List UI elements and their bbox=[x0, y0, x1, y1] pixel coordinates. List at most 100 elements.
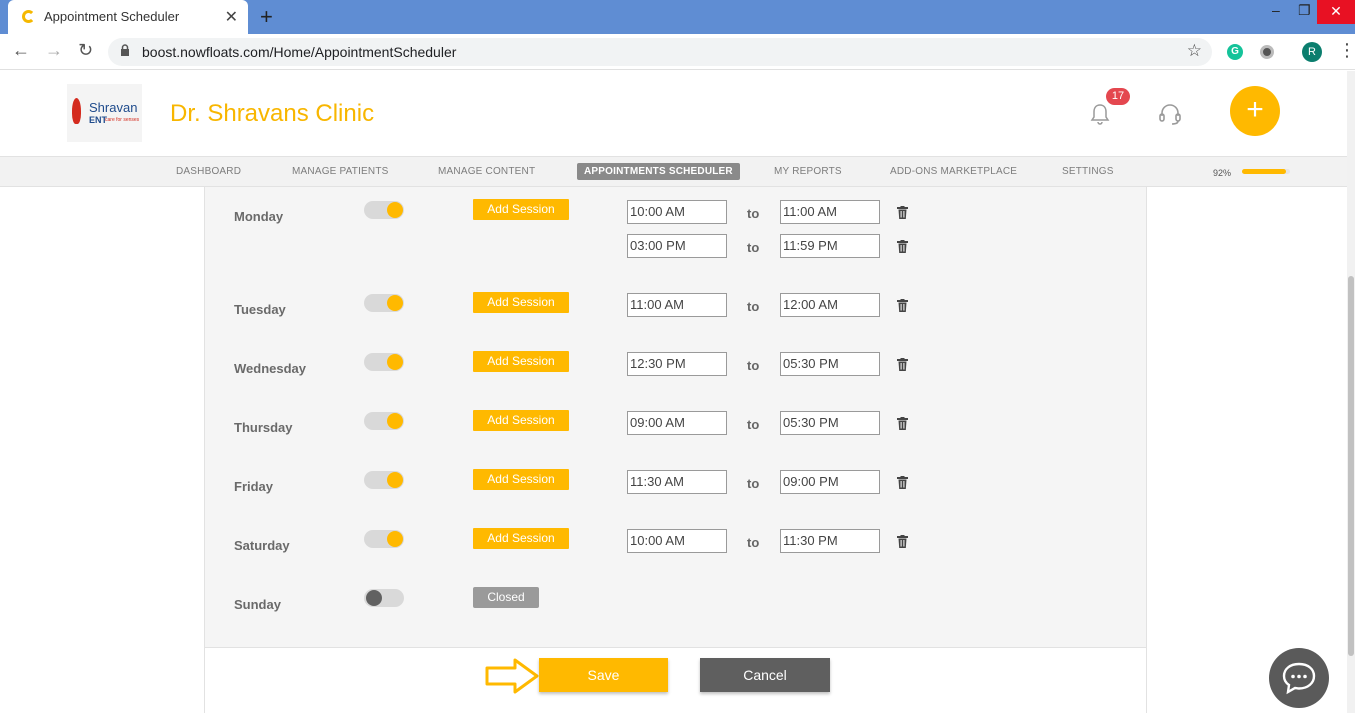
closed-badge-sunday: Closed bbox=[473, 587, 539, 608]
day-label-monday: Monday bbox=[234, 209, 284, 224]
end-time-input[interactable]: 11:59 PM bbox=[780, 234, 880, 258]
headset-icon[interactable] bbox=[1158, 102, 1182, 126]
add-session-button-friday[interactable]: Add Session bbox=[473, 469, 569, 490]
toggle-sunday[interactable] bbox=[364, 589, 404, 607]
start-time-input[interactable]: 09:00 AM bbox=[627, 411, 727, 435]
start-time-input[interactable]: 10:00 AM bbox=[627, 529, 727, 553]
trash-icon[interactable] bbox=[897, 299, 908, 312]
day-label-wednesday: Wednesday bbox=[234, 361, 307, 376]
trash-icon[interactable] bbox=[897, 417, 908, 430]
start-time-input[interactable]: 10:00 AM bbox=[627, 200, 727, 224]
reload-icon[interactable]: ↻ bbox=[78, 40, 93, 61]
main-nav: DASHBOARD MANAGE PATIENTS MANAGE CONTENT… bbox=[0, 156, 1355, 187]
add-session-button-thursday[interactable]: Add Session bbox=[473, 410, 569, 431]
to-label: to bbox=[747, 417, 760, 432]
nav-dashboard[interactable]: DASHBOARD bbox=[176, 166, 241, 177]
restore-icon[interactable]: ❐ bbox=[1298, 2, 1311, 19]
end-time-input[interactable]: 09:00 PM bbox=[780, 470, 880, 494]
nav-my-reports[interactable]: MY REPORTS bbox=[774, 166, 842, 177]
trash-icon[interactable] bbox=[897, 358, 908, 371]
logo-tagline: care for senses bbox=[105, 117, 140, 123]
new-tab-icon[interactable]: + bbox=[260, 4, 273, 30]
profile-completion-label: 92% bbox=[1213, 168, 1232, 178]
browser-toolbar: ← → ↻ boost.nowfloats.com/Home/Appointme… bbox=[0, 34, 1355, 70]
lock-icon bbox=[121, 44, 129, 56]
toggle-knob bbox=[387, 354, 403, 370]
toggle-monday[interactable] bbox=[364, 201, 404, 219]
nav-manage-patients[interactable]: MANAGE PATIENTS bbox=[292, 166, 389, 177]
toggle-thursday[interactable] bbox=[364, 412, 404, 430]
minimize-icon[interactable]: – bbox=[1272, 2, 1280, 18]
logo-name: Shravan bbox=[89, 100, 138, 115]
add-fab-button[interactable]: + bbox=[1230, 86, 1280, 136]
end-time-input[interactable]: 11:00 AM bbox=[780, 200, 880, 224]
chat-widget-button[interactable] bbox=[1269, 648, 1329, 708]
toggle-saturday[interactable] bbox=[364, 530, 404, 548]
start-time-input[interactable]: 11:30 AM bbox=[627, 470, 727, 494]
toggle-knob bbox=[387, 202, 403, 218]
toggle-knob bbox=[366, 590, 382, 606]
trash-icon[interactable] bbox=[897, 535, 908, 548]
to-label: to bbox=[747, 299, 760, 314]
day-label-sunday: Sunday bbox=[234, 597, 281, 612]
site-header: Shravan ENT care for senses Dr. Shravans… bbox=[0, 71, 1355, 156]
add-session-button-saturday[interactable]: Add Session bbox=[473, 528, 569, 549]
save-button[interactable]: Save bbox=[539, 658, 668, 692]
add-session-button-tuesday[interactable]: Add Session bbox=[473, 292, 569, 313]
toggle-tuesday[interactable] bbox=[364, 294, 404, 312]
toggle-knob bbox=[387, 472, 403, 488]
browser-tabstrip: Appointment Scheduler ✕ + – ❐ ✕ bbox=[0, 0, 1355, 34]
notification-badge: 17 bbox=[1106, 88, 1130, 105]
day-label-thursday: Thursday bbox=[234, 420, 293, 435]
chat-bubble-icon bbox=[1282, 662, 1316, 695]
url-text: boost.nowfloats.com/Home/AppointmentSche… bbox=[142, 44, 457, 60]
toggle-knob bbox=[387, 295, 403, 311]
profile-completion-bar bbox=[1242, 169, 1290, 174]
browser-tab[interactable]: Appointment Scheduler ✕ bbox=[8, 0, 248, 34]
ear-logo-icon bbox=[72, 98, 81, 124]
toggle-friday[interactable] bbox=[364, 471, 404, 489]
browser-menu-icon[interactable]: ⋮ bbox=[1338, 40, 1355, 61]
window-close-icon[interactable]: ✕ bbox=[1317, 0, 1355, 24]
end-time-input[interactable]: 11:30 PM bbox=[780, 529, 880, 553]
nowfloats-favicon-icon bbox=[22, 10, 35, 23]
start-time-input[interactable]: 03:00 PM bbox=[627, 234, 727, 258]
start-time-input[interactable]: 12:30 PM bbox=[627, 352, 727, 376]
nav-addons-marketplace[interactable]: ADD-ONS MARKETPLACE bbox=[890, 166, 1017, 177]
back-icon[interactable]: ← bbox=[12, 40, 30, 61]
cancel-button[interactable]: Cancel bbox=[700, 658, 830, 692]
toggle-knob bbox=[387, 531, 403, 547]
start-time-input[interactable]: 11:00 AM bbox=[627, 293, 727, 317]
add-session-button-monday[interactable]: Add Session bbox=[473, 199, 569, 220]
to-label: to bbox=[747, 206, 760, 221]
to-label: to bbox=[747, 240, 760, 255]
profile-avatar[interactable]: R bbox=[1302, 42, 1322, 62]
address-bar[interactable]: boost.nowfloats.com/Home/AppointmentSche… bbox=[108, 38, 1212, 66]
end-time-input[interactable]: 12:00 AM bbox=[780, 293, 880, 317]
toggle-knob bbox=[387, 413, 403, 429]
forward-icon[interactable]: → bbox=[45, 40, 63, 61]
bell-icon[interactable] bbox=[1090, 103, 1110, 125]
trash-icon[interactable] bbox=[897, 206, 908, 219]
to-label: to bbox=[747, 476, 760, 491]
grammarly-extension-icon[interactable]: G bbox=[1227, 44, 1243, 60]
bookmark-star-icon[interactable]: ☆ bbox=[1187, 41, 1202, 61]
nav-settings[interactable]: SETTINGS bbox=[1062, 166, 1114, 177]
to-label: to bbox=[747, 535, 760, 550]
day-label-tuesday: Tuesday bbox=[234, 302, 286, 317]
end-time-input[interactable]: 05:30 PM bbox=[780, 411, 880, 435]
extension-circle-icon[interactable] bbox=[1260, 45, 1274, 59]
nav-manage-content[interactable]: MANAGE CONTENT bbox=[438, 166, 535, 177]
scrollbar-thumb[interactable] bbox=[1348, 276, 1354, 656]
trash-icon[interactable] bbox=[897, 240, 908, 253]
profile-completion-fill bbox=[1242, 169, 1287, 174]
clinic-logo[interactable]: Shravan ENT care for senses bbox=[67, 84, 142, 142]
tab-close-icon[interactable]: ✕ bbox=[225, 7, 238, 27]
add-session-button-wednesday[interactable]: Add Session bbox=[473, 351, 569, 372]
end-time-input[interactable]: 05:30 PM bbox=[780, 352, 880, 376]
day-label-friday: Friday bbox=[234, 479, 274, 494]
page-scrollbar[interactable] bbox=[1347, 71, 1355, 713]
trash-icon[interactable] bbox=[897, 476, 908, 489]
toggle-wednesday[interactable] bbox=[364, 353, 404, 371]
nav-appointments-scheduler[interactable]: APPOINTMENTS SCHEDULER bbox=[577, 163, 740, 180]
